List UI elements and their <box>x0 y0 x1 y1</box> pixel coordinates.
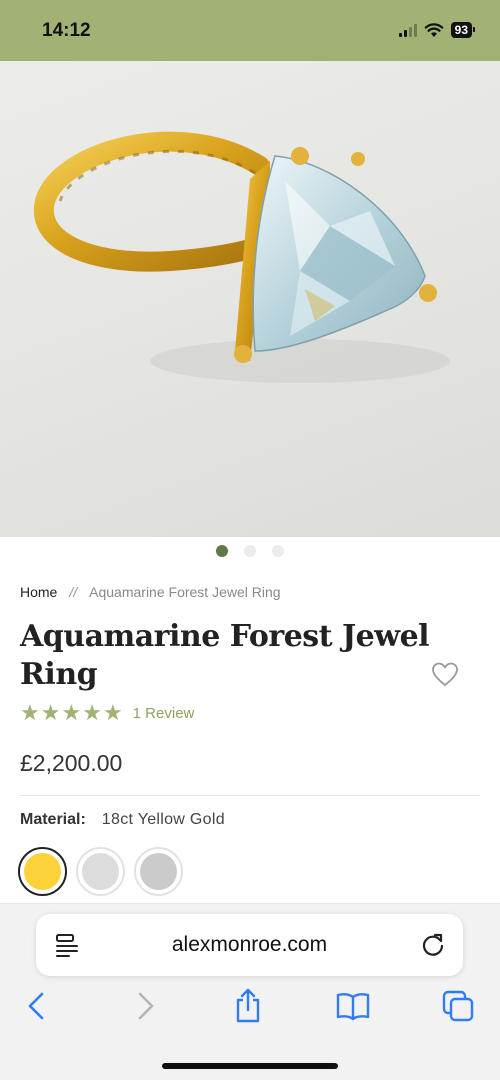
cellular-signal-icon <box>398 23 417 37</box>
tabs-button[interactable] <box>438 986 478 1026</box>
breadcrumb: Home // Aquamarine Forest Jewel Ring <box>20 584 281 600</box>
swatch-color <box>140 853 177 890</box>
bookmarks-button[interactable] <box>333 986 373 1026</box>
divider <box>20 795 480 796</box>
wishlist-heart-icon[interactable] <box>430 660 460 690</box>
forward-button[interactable] <box>125 986 165 1026</box>
carousel-dot-2[interactable] <box>244 545 256 557</box>
browser-toolbar <box>0 986 500 1026</box>
status-time: 14:12 <box>42 20 91 41</box>
material-value: 18ct Yellow Gold <box>101 811 225 828</box>
star-icon: ★ <box>40 700 61 725</box>
swatch-color <box>82 853 119 890</box>
address-bar[interactable]: alexmonroe.com <box>36 914 463 976</box>
product-rating: ★ ★ ★ ★ ★ 1 Review <box>20 702 194 724</box>
share-button[interactable] <box>228 986 268 1026</box>
tabs-icon <box>442 990 474 1022</box>
breadcrumb-home-link[interactable]: Home <box>20 584 57 600</box>
browser-toolbar-area: alexmonroe.com <box>0 904 500 1080</box>
home-indicator[interactable] <box>162 1063 338 1069</box>
url-text: alexmonroe.com <box>171 933 328 956</box>
ring-illustration <box>33 131 450 383</box>
swatch-color <box>24 853 61 890</box>
battery-indicator: 93 <box>450 22 476 38</box>
swatch-silver[interactable] <box>76 847 125 896</box>
breadcrumb-separator: // <box>69 584 78 600</box>
swatch-white-gold[interactable] <box>134 847 183 896</box>
carousel-dots[interactable] <box>0 545 500 557</box>
star-icon: ★ <box>20 700 40 725</box>
reload-icon[interactable] <box>419 931 447 959</box>
star-icon: ★ <box>61 700 82 725</box>
product-price: £2,200.00 <box>20 750 123 776</box>
rating-stars: ★ ★ ★ ★ ★ <box>20 702 123 724</box>
material-label: Material: <box>20 811 86 828</box>
carousel-dot-3[interactable] <box>272 545 284 557</box>
chevron-left-icon <box>28 992 44 1020</box>
star-icon: ★ <box>82 700 102 725</box>
star-icon: ★ <box>102 700 123 725</box>
status-bar: 14:12 93 <box>0 0 500 61</box>
material-swatches <box>18 847 183 896</box>
share-icon <box>236 988 260 1023</box>
material-row: Material: 18ct Yellow Gold <box>20 811 225 829</box>
back-button[interactable] <box>17 986 57 1026</box>
carousel-dot-1[interactable] <box>216 545 228 557</box>
product-title: Aquamarine Forest Jewel Ring <box>20 619 430 692</box>
book-icon <box>336 993 370 1021</box>
wifi-icon <box>424 22 443 37</box>
status-indicators: 93 <box>398 22 476 38</box>
product-image[interactable] <box>0 61 500 537</box>
review-count-link[interactable]: 1 Review <box>133 705 195 722</box>
swatch-yellow-gold[interactable] <box>18 847 67 896</box>
chevron-right-icon <box>138 992 154 1020</box>
breadcrumb-current: Aquamarine Forest Jewel Ring <box>89 584 281 600</box>
